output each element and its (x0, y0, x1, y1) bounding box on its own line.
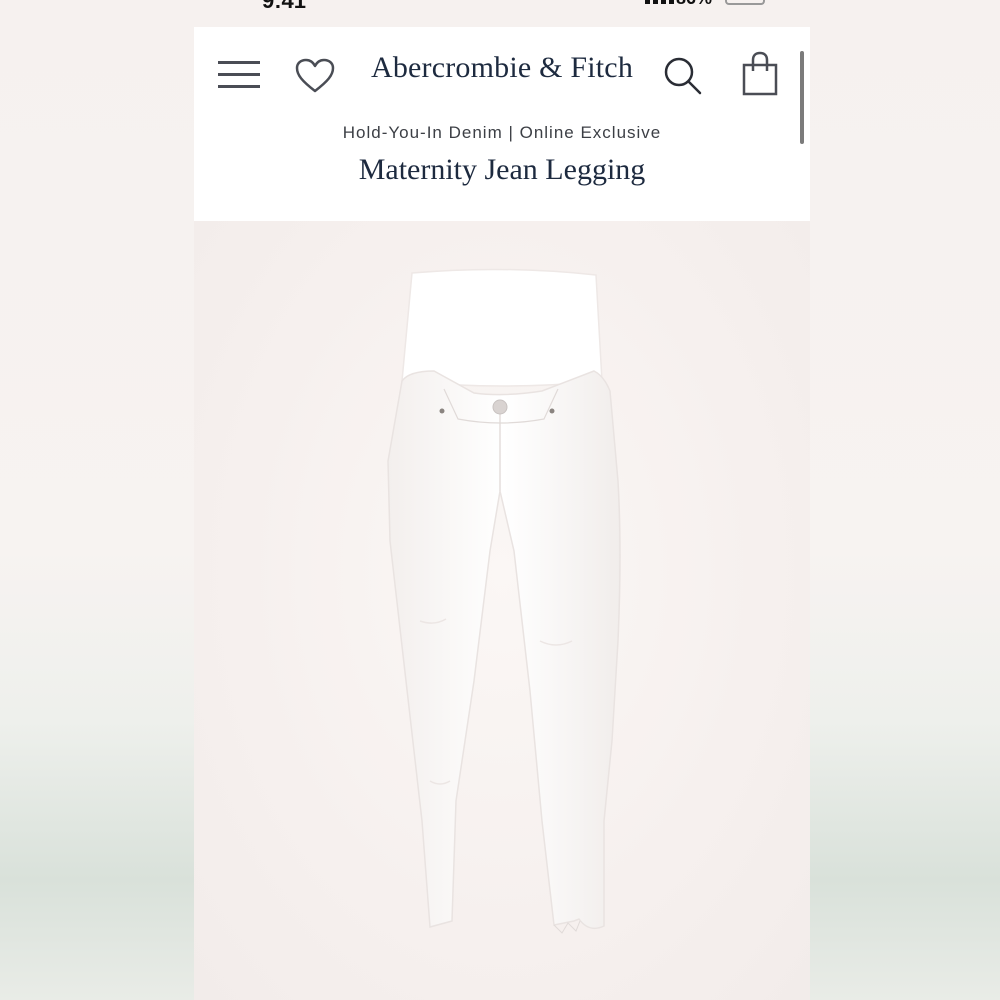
battery-percent: 86% (676, 0, 712, 9)
shopping-bag-icon[interactable] (740, 51, 780, 97)
product-title: Maternity Jean Legging (358, 153, 646, 186)
jean-legging-illustration (387, 268, 621, 934)
battery-icon (725, 0, 765, 5)
header: Abercrombie & Fitch Hold-You-In Denim | … (194, 27, 810, 221)
signal-icon (645, 0, 675, 4)
menu-icon[interactable] (218, 59, 260, 89)
search-icon[interactable] (662, 55, 704, 97)
app-screen: Abercrombie & Fitch Hold-You-In Denim | … (194, 27, 810, 1000)
product-subtitle: Hold-You-In Denim | Online Exclusive (342, 123, 662, 142)
status-time: 9:41 (262, 0, 307, 13)
heart-icon[interactable] (294, 57, 336, 95)
product-image[interactable] (194, 221, 810, 1000)
status-bar: 9:41 86% (0, 0, 1000, 13)
brand-logo[interactable]: Abercrombie & Fitch (364, 51, 640, 85)
